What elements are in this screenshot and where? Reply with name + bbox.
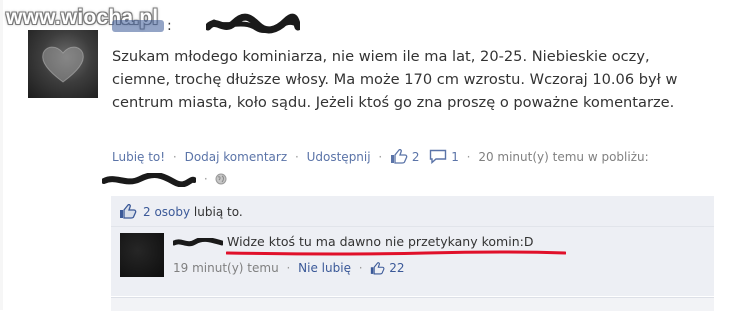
divider bbox=[111, 226, 714, 227]
post-avatar[interactable] bbox=[28, 30, 98, 98]
comment-body: Widze ktoś tu ma dawno nie przetykany ko… bbox=[173, 234, 533, 249]
separator: · bbox=[378, 150, 383, 164]
speech-bubble-icon bbox=[430, 149, 447, 164]
unlike-link[interactable]: Nie lubię bbox=[298, 261, 351, 275]
thumbs-up-icon bbox=[120, 204, 137, 219]
blurred-author-name bbox=[112, 20, 164, 32]
separator: · bbox=[294, 150, 299, 164]
separator: · bbox=[286, 261, 291, 275]
redacted-location-scribble bbox=[102, 172, 196, 187]
redacted-comment-author[interactable] bbox=[173, 237, 223, 248]
thumbs-up-icon bbox=[371, 262, 385, 275]
post-author[interactable]: : bbox=[112, 18, 172, 34]
likes-summary: 2 osoby lubią to. bbox=[119, 204, 243, 219]
author-colon: : bbox=[167, 18, 172, 34]
globe-icon[interactable] bbox=[215, 173, 227, 185]
comments-section: 2 osoby lubią to. Widze ktoś tu ma dawno… bbox=[111, 196, 714, 296]
likes-suffix: lubią to. bbox=[190, 205, 243, 219]
comment-text: Widze ktoś tu ma dawno nie przetykany ko… bbox=[226, 234, 534, 249]
post-message: Szukam młodego kominiarza, nie wiem ile … bbox=[112, 48, 678, 111]
separator: · bbox=[358, 261, 363, 275]
location-line: · bbox=[102, 172, 227, 187]
write-comment-strip[interactable] bbox=[111, 297, 714, 311]
separator: · bbox=[203, 172, 208, 186]
page-edge bbox=[0, 0, 3, 310]
likers-link[interactable]: 2 osoby bbox=[143, 205, 190, 219]
separator: · bbox=[466, 150, 471, 164]
like-link[interactable]: Lubię to! bbox=[112, 150, 165, 164]
thumbs-up-icon bbox=[391, 149, 408, 164]
comment-timestamp[interactable]: 19 minut(y) temu bbox=[173, 261, 279, 275]
comment-like-count[interactable]: 22 bbox=[389, 261, 404, 275]
post-timestamp[interactable]: 20 minut(y) temu w pobliżu: bbox=[478, 150, 648, 164]
redacted-name-scribble bbox=[206, 13, 300, 34]
separator: · bbox=[172, 150, 177, 164]
red-highlight-underline bbox=[226, 250, 566, 256]
comment-avatar[interactable] bbox=[120, 233, 164, 277]
post-comment-count[interactable]: 1 bbox=[451, 150, 459, 164]
post-actions: Lubię to! · Dodaj komentarz · Udostępnij… bbox=[112, 149, 649, 164]
comment-meta: 19 minut(y) temu · Nie lubię · 22 bbox=[173, 261, 405, 275]
share-link[interactable]: Udostępnij bbox=[307, 150, 371, 164]
add-comment-link[interactable]: Dodaj komentarz bbox=[185, 150, 288, 164]
heart-icon bbox=[42, 46, 84, 83]
post-like-count[interactable]: 2 bbox=[412, 150, 420, 164]
